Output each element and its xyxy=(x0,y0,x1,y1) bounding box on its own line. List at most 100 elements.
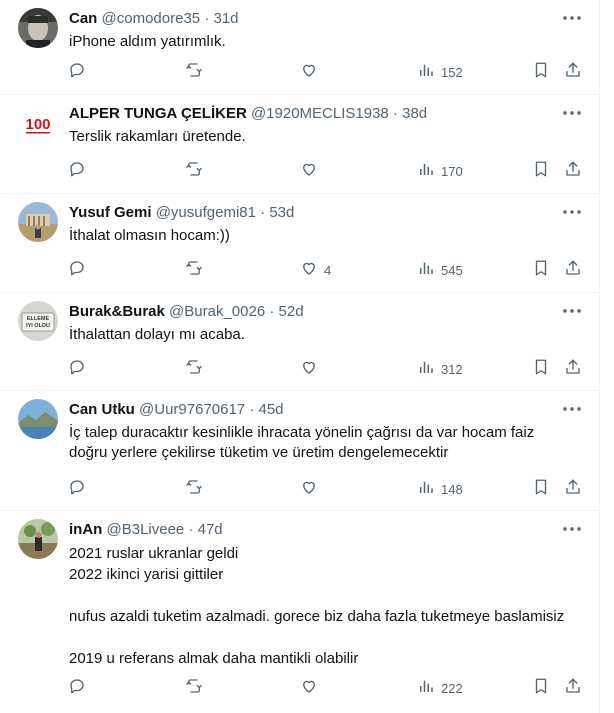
tweet-text: iPhone aldım yatırımlık. xyxy=(69,32,576,52)
avatar[interactable]: ELLEME IYI OLDU xyxy=(18,301,58,341)
views-icon xyxy=(417,259,435,282)
display-name[interactable]: Yusuf Gemi xyxy=(69,204,152,221)
retweet-button[interactable] xyxy=(185,61,203,83)
username[interactable]: @Uur97670617 xyxy=(139,401,245,418)
tweet-header: Can @comodore35 · 31d xyxy=(69,9,239,28)
views-button[interactable]: 312 xyxy=(417,358,463,380)
tweet[interactable]: Can @comodore35 · 31d iPhone aldım yatır… xyxy=(0,0,600,95)
text-line: İthalattan dolayı mı acaba. xyxy=(69,326,245,343)
views-icon xyxy=(417,61,435,84)
bookmark-button[interactable] xyxy=(532,358,550,380)
like-button[interactable] xyxy=(300,677,324,699)
display-name[interactable]: ALPER TUNGA ÇELİKER xyxy=(69,105,247,122)
tweet[interactable]: inAn @B3Liveee · 47d 2021 ruslar ukranla… xyxy=(0,511,600,713)
tweet[interactable]: ELLEME IYI OLDU Burak&Burak @Burak_0026 ·… xyxy=(0,293,600,391)
views-button[interactable]: 148 xyxy=(417,478,463,500)
avatar[interactable] xyxy=(18,202,58,242)
retweet-button[interactable] xyxy=(185,478,203,500)
avatar[interactable] xyxy=(18,8,58,48)
like-button[interactable] xyxy=(300,358,324,380)
action-bar: 148 xyxy=(68,478,588,500)
bookmark-button[interactable] xyxy=(532,61,550,83)
bookmark-button[interactable] xyxy=(532,259,550,281)
display-name[interactable]: Can Utku xyxy=(69,401,135,418)
view-count: 148 xyxy=(441,481,463,497)
more-icon[interactable] xyxy=(560,6,584,30)
separator: · xyxy=(269,303,275,320)
timestamp[interactable]: 52d xyxy=(279,303,304,320)
timestamp[interactable]: 38d xyxy=(402,105,427,122)
timestamp[interactable]: 45d xyxy=(259,401,284,418)
bookmark-button[interactable] xyxy=(532,677,550,699)
like-icon xyxy=(300,358,318,381)
display-name[interactable]: inAn xyxy=(69,521,102,538)
text-line xyxy=(69,585,576,606)
tweet-header: Can Utku @Uur97670617 · 45d xyxy=(69,400,284,419)
share-button[interactable] xyxy=(564,358,582,380)
more-icon[interactable] xyxy=(560,517,584,541)
more-icon[interactable] xyxy=(560,101,584,125)
retweet-button[interactable] xyxy=(185,358,203,380)
reply-button[interactable] xyxy=(68,358,86,380)
reply-icon xyxy=(68,677,86,700)
like-button[interactable]: 4 xyxy=(300,259,331,281)
avatar[interactable] xyxy=(18,519,58,559)
more-icon[interactable] xyxy=(560,397,584,421)
text-line xyxy=(69,627,576,648)
like-button[interactable] xyxy=(300,61,324,83)
view-count: 152 xyxy=(441,64,463,80)
retweet-button[interactable] xyxy=(185,259,203,281)
like-button[interactable] xyxy=(300,478,324,500)
text-line: iPhone aldım yatırımlık. xyxy=(69,33,226,50)
reply-button[interactable] xyxy=(68,677,86,699)
tweet[interactable]: Can Utku @Uur97670617 · 45d İç talep dur… xyxy=(0,391,600,511)
tweet-text: İthalattan dolayı mı acaba. xyxy=(69,325,576,345)
timestamp[interactable]: 47d xyxy=(198,521,223,538)
username[interactable]: @Burak_0026 xyxy=(169,303,265,320)
separator: · xyxy=(260,204,266,221)
username[interactable]: @1920MECLIS1938 xyxy=(251,105,389,122)
action-bar: 152 xyxy=(68,61,588,83)
share-button[interactable] xyxy=(564,160,582,182)
like-icon xyxy=(300,677,318,700)
bookmark-button[interactable] xyxy=(532,160,550,182)
views-button[interactable]: 152 xyxy=(417,61,463,83)
share-button[interactable] xyxy=(564,478,582,500)
reply-feed: Can @comodore35 · 31d iPhone aldım yatır… xyxy=(0,0,600,713)
views-button[interactable]: 222 xyxy=(417,677,463,699)
bookmark-button[interactable] xyxy=(532,478,550,500)
bookmark-icon xyxy=(532,160,550,183)
text-line: Terslik rakamları üretende. xyxy=(69,128,246,145)
more-icon[interactable] xyxy=(560,200,584,224)
more-icon[interactable] xyxy=(560,299,584,323)
text-line: nufus azaldi tuketim azalmadi. gorece bi… xyxy=(69,608,565,625)
action-bar: 312 xyxy=(68,358,588,380)
views-button[interactable]: 545 xyxy=(417,259,463,281)
avatar[interactable]: 100 xyxy=(18,103,58,143)
reply-button[interactable] xyxy=(68,160,86,182)
username[interactable]: @B3Liveee xyxy=(107,521,185,538)
share-button[interactable] xyxy=(564,61,582,83)
tweet[interactable]: 100 ALPER TUNGA ÇELİKER @1920MECLIS1938 … xyxy=(0,95,600,194)
timestamp[interactable]: 31d xyxy=(213,10,238,27)
tweet[interactable]: Yusuf Gemi @yusufgemi81 · 53d İthalat ol… xyxy=(0,194,600,293)
display-name[interactable]: Can xyxy=(69,10,97,27)
avatar[interactable] xyxy=(18,399,58,439)
reply-button[interactable] xyxy=(68,259,86,281)
retweet-button[interactable] xyxy=(185,677,203,699)
bookmark-icon xyxy=(532,259,550,282)
retweet-button[interactable] xyxy=(185,160,203,182)
views-button[interactable]: 170 xyxy=(417,160,463,182)
share-button[interactable] xyxy=(564,259,582,281)
username[interactable]: @comodore35 xyxy=(102,10,201,27)
username[interactable]: @yusufgemi81 xyxy=(156,204,256,221)
timestamp[interactable]: 53d xyxy=(269,204,294,221)
like-button[interactable] xyxy=(300,160,324,182)
display-name[interactable]: Burak&Burak xyxy=(69,303,165,320)
like-count: 4 xyxy=(324,262,332,278)
share-icon xyxy=(564,160,582,183)
like-icon xyxy=(300,61,318,84)
reply-button[interactable] xyxy=(68,478,86,500)
share-button[interactable] xyxy=(564,677,582,699)
reply-button[interactable] xyxy=(68,61,86,83)
